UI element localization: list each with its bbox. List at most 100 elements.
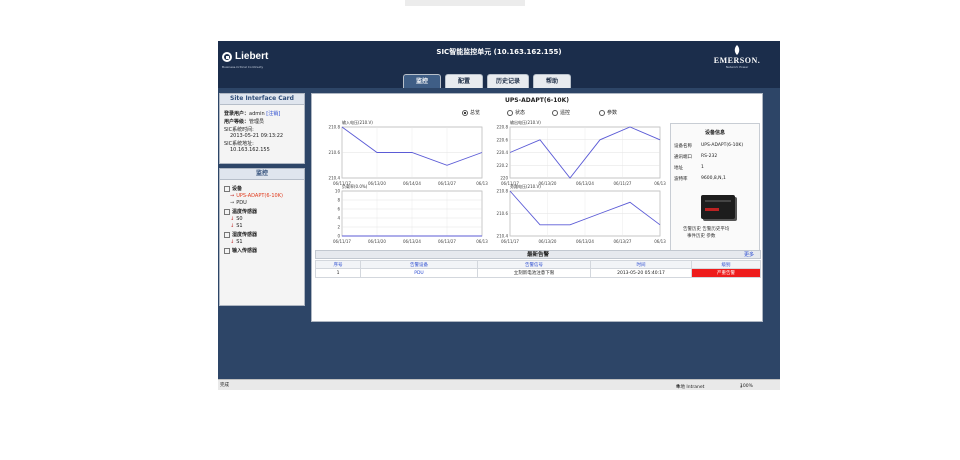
tree-label: S1: [236, 223, 243, 229]
emerson-logo-tag: Network Power: [725, 65, 749, 69]
logout-link[interactable]: [注销]: [266, 111, 280, 117]
radio-status[interactable]: 状态: [507, 109, 525, 116]
tree-folder-devices[interactable]: 设备: [224, 185, 242, 192]
radio-params[interactable]: 参数: [599, 109, 617, 116]
radio-overview[interactable]: 总览: [462, 109, 480, 116]
alarm-level-badge: 严重告警: [691, 268, 761, 278]
thermometer-icon: ↓: [230, 216, 235, 222]
tree-folder-temperature[interactable]: 温度传感器: [224, 208, 257, 215]
emerson-mark-icon: [734, 45, 740, 55]
info-row: 地址 1: [674, 165, 704, 171]
chart-bypass-voltage: 旁路电压(210.V)210.8 210.6 210.406/11/17 06/13/…: [497, 183, 667, 244]
chart-title: 输入电压(210.V): [342, 119, 373, 125]
y-tick-label: 220.4: [497, 150, 509, 155]
chart-input-voltage: 输入电压(210.V)210.8210.6210.406/11/17 06/13/…: [329, 119, 489, 186]
tab-monitor[interactable]: 监控: [403, 74, 441, 88]
radio-dot-icon: [552, 109, 558, 116]
alarm-signal: 立刻新电池注意下限: [477, 268, 591, 278]
col-signal: 告警信号: [477, 260, 591, 269]
radio-dot-icon: [462, 109, 468, 116]
monitor-tree-title: 监控: [220, 169, 304, 180]
device-info-box: 设备信息 设备名称 UPS-ADAPT(6-10K) 通讯端口 RS-232 地址 1…: [670, 123, 760, 251]
chart-title: 输出电压(210.V): [510, 119, 541, 125]
tab-help[interactable]: 帮助: [533, 74, 571, 88]
more-alarms-link[interactable]: 更多: [744, 251, 754, 259]
y-tick-label: 10: [335, 189, 341, 194]
y-tick-label: 220.6: [497, 137, 509, 142]
login-user-row: 登录用户：admin [注销]: [224, 110, 280, 117]
info-value: 9600,8,N,1: [701, 176, 726, 181]
radio-remote[interactable]: 遥控: [552, 109, 570, 116]
tree-item-s0[interactable]: ↓ S0: [230, 216, 243, 222]
info-key: 地址: [674, 166, 683, 171]
latest-alarms-header: 最新告警 更多: [315, 250, 761, 259]
info-row: 波特率 9600,8,N,1: [674, 176, 726, 182]
sic-addr-value: 10.163.162.155: [230, 147, 270, 153]
alarm-no: 1: [315, 268, 361, 278]
thermometer-icon: ↓: [230, 223, 235, 229]
device-info-links: 告警历史 告警历史平均 事件历史 参数: [683, 226, 729, 240]
login-user-value: admin: [249, 111, 265, 117]
info-key: 通讯端口: [674, 155, 692, 160]
y-tick-label: 210.6: [497, 211, 509, 216]
device-info-title: 设备信息: [704, 130, 725, 136]
y-tick-label: 4: [337, 216, 340, 221]
tab-history[interactable]: 历史记录: [487, 74, 529, 88]
tree-folder-input[interactable]: 输入传感器: [224, 247, 257, 254]
x-tick-label: 06/13/20: [539, 239, 557, 244]
app-window: Liebert Business-Critical Continuity SIC…: [218, 41, 780, 389]
table-row[interactable]: 1 PDU 立刻新电池注意下限 2013-05-20 05:40:17 严重告警: [315, 268, 761, 278]
sic-time-value: 2013-05-21 09:13:22: [230, 133, 284, 139]
alarm-device: PDU: [360, 268, 478, 278]
y-tick-label: 2: [337, 225, 340, 230]
radio-dot-icon: [599, 109, 605, 116]
info-value: UPS-ADAPT(6-10K): [701, 143, 744, 148]
y-tick-label: 220.8: [497, 125, 509, 130]
y-tick-label: 0: [337, 234, 340, 239]
y-tick-label: 220.2: [497, 163, 509, 168]
info-row: 通讯端口 RS-232: [674, 154, 717, 160]
tree-label: 湿度传感器: [232, 232, 258, 238]
device-icon: ⇝: [230, 193, 235, 199]
y-tick-label: 8: [337, 198, 340, 203]
tree-item-ups[interactable]: ⇝ UPS-ADAPT(6-10K): [230, 193, 283, 199]
folder-toggle-icon: [224, 231, 230, 238]
tree-item-humidity-s1[interactable]: ↓ S1: [230, 239, 243, 245]
info-key: 波特率: [674, 177, 688, 182]
folder-toggle-icon: [224, 247, 230, 254]
x-tick-label: 06/11/17: [333, 239, 351, 244]
col-time: 时间: [590, 260, 692, 269]
tab-config[interactable]: 配置: [445, 74, 483, 88]
tree-item-s1[interactable]: ↓ S1: [230, 223, 243, 229]
x-tick-label: 06/13: [654, 239, 666, 244]
device-title: UPS-ADAPT(6-10K): [505, 97, 569, 104]
status-text: 完成: [220, 383, 229, 388]
radio-label: 总览: [470, 110, 481, 116]
event-history-link[interactable]: 事件历史 参数: [683, 233, 729, 240]
zoom-level: 100%: [740, 384, 753, 389]
login-user-label: 登录用户：: [224, 111, 250, 117]
zone-label: 本地 Intranet: [676, 385, 705, 390]
monitor-tree-panel: 监控 设备 ⇝ UPS-ADAPT(6-10K) ⇝ PDU 温度传感器 ↓ S0 ↓…: [219, 168, 305, 306]
user-level-value: 管理员: [249, 119, 265, 125]
tree-label: PDU: [236, 200, 247, 206]
y-tick-label: 210.4: [329, 176, 341, 181]
tree-folder-humidity[interactable]: 湿度传感器: [224, 231, 257, 238]
col-no: 序号: [315, 260, 361, 269]
radio-label: 状态: [515, 110, 526, 116]
tree-label: 温度传感器: [232, 209, 258, 215]
emerson-logo-text: EMERSON.: [713, 56, 761, 65]
tree-item-pdu[interactable]: ⇝ PDU: [230, 200, 247, 206]
alarm-history-link[interactable]: 告警历史 告警历史平均: [683, 226, 729, 233]
info-value: 1: [701, 165, 704, 170]
tree-label: UPS-ADAPT(6-10K): [236, 193, 283, 199]
tree-label: S1: [236, 239, 243, 245]
emerson-logo: EMERSON. Network Power: [708, 45, 766, 75]
y-tick-label: 210.8: [329, 125, 341, 130]
alarms-header-row: 序号 告警设备 告警信号 时间 级别: [315, 260, 761, 269]
x-tick-label: 06/13: [476, 239, 488, 244]
liebert-logo-tag: Business-Critical Continuity: [222, 65, 264, 69]
latest-alarms-title: 最新告警: [526, 252, 549, 258]
browser-status-bar: 完成 ◍ 本地 Intranet ⌕ 100%: [218, 379, 780, 390]
y-tick-label: 210.6: [329, 150, 341, 155]
